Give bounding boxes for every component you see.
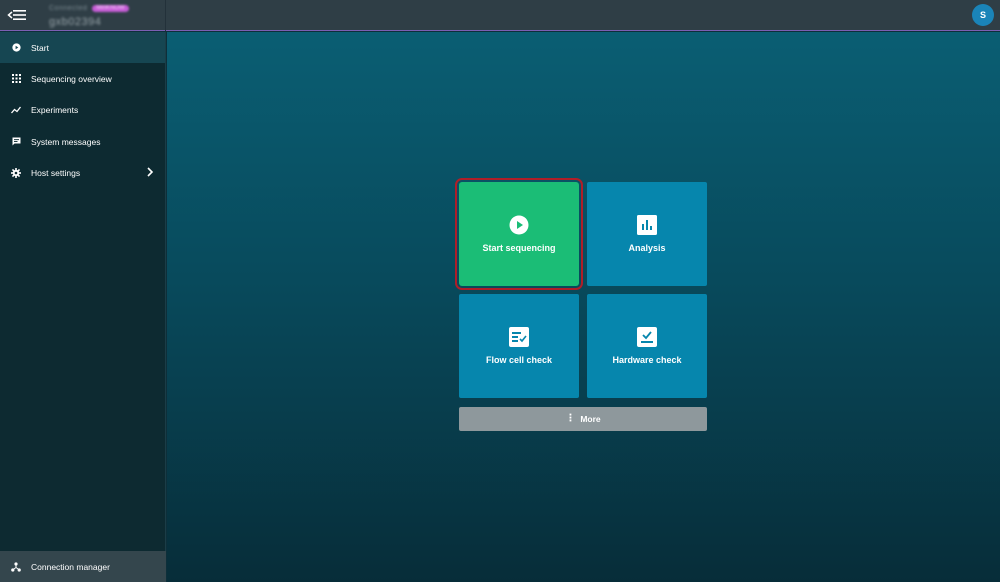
sidebar: Start Sequencing overview Experiments Sy… xyxy=(0,32,166,582)
play-circle-icon xyxy=(509,215,529,235)
flow-cell-check-icon xyxy=(509,327,529,347)
main-content: Start sequencing Analysis Flow cell chec… xyxy=(167,32,1000,582)
connection-manager-label: Connection manager xyxy=(31,561,110,572)
sidebar-item-start[interactable]: Start xyxy=(0,32,165,64)
tile-label: Start sequencing xyxy=(482,243,556,253)
chevron-right-icon xyxy=(146,167,154,177)
host-status-text: Connected xyxy=(49,5,88,12)
tile-label: Flow cell check xyxy=(485,355,553,365)
more-vertical-icon: ⋮ xyxy=(565,413,576,424)
menu-collapse-icon[interactable] xyxy=(6,6,28,24)
gear-icon xyxy=(11,167,21,178)
network-icon xyxy=(11,561,21,572)
sidebar-item-system-messages[interactable]: System messages xyxy=(0,126,165,157)
host-name: gxb02394 xyxy=(49,16,102,28)
grid-icon xyxy=(11,74,21,84)
trend-line-icon xyxy=(11,105,21,115)
top-bar: Connected MinKNOW gxb02394 S xyxy=(0,0,1000,31)
hardware-check-icon xyxy=(637,327,657,347)
connection-manager-button[interactable]: Connection manager xyxy=(0,551,166,582)
analysis-tile[interactable]: Analysis xyxy=(587,182,707,286)
more-button-label: More xyxy=(580,414,601,424)
more-button[interactable]: ⋮ More xyxy=(459,407,707,431)
hardware-check-tile[interactable]: Hardware check xyxy=(587,294,707,398)
play-circle-icon xyxy=(11,43,21,53)
sidebar-item-label: Sequencing overview xyxy=(31,73,112,84)
sidebar-item-label: Start xyxy=(31,42,49,53)
sidebar-item-label: System messages xyxy=(31,136,101,147)
user-avatar[interactable]: S xyxy=(972,4,994,26)
sidebar-item-host-settings[interactable]: Host settings xyxy=(0,157,165,188)
sidebar-item-label: Host settings xyxy=(31,167,81,178)
message-icon xyxy=(11,137,21,147)
start-sequencing-tile[interactable]: Start sequencing xyxy=(455,178,583,290)
flow-cell-check-tile[interactable]: Flow cell check xyxy=(459,294,579,398)
host-info: Connected MinKNOW gxb02394 xyxy=(49,4,129,28)
top-bar-host-area: Connected MinKNOW gxb02394 xyxy=(0,0,166,31)
sidebar-item-sequencing-overview[interactable]: Sequencing overview xyxy=(0,63,165,94)
host-badge: MinKNOW xyxy=(92,5,129,12)
sidebar-item-experiments[interactable]: Experiments xyxy=(0,95,165,126)
tile-label: Analysis xyxy=(628,243,666,253)
sidebar-item-label: Experiments xyxy=(31,105,79,116)
bar-chart-icon xyxy=(637,215,657,235)
tile-label: Hardware check xyxy=(612,355,682,365)
